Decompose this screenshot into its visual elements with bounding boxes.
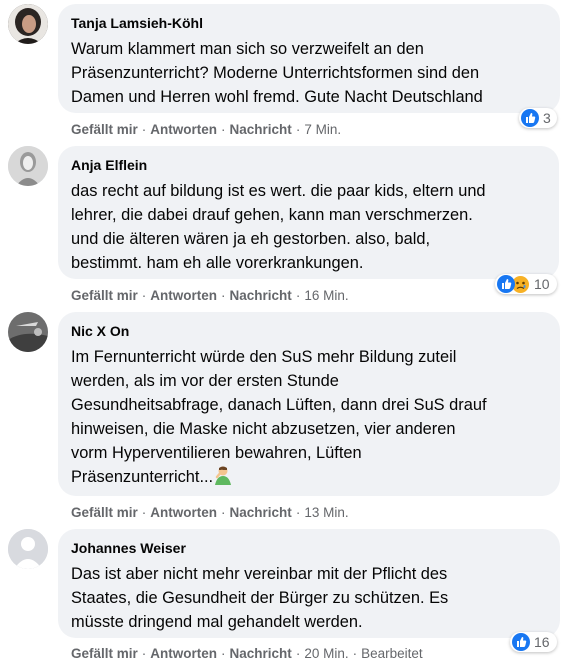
avatar-photo-icon (8, 312, 48, 352)
message-link[interactable]: Nachricht (230, 122, 292, 137)
message-link[interactable]: Nachricht (230, 646, 292, 661)
reply-link[interactable]: Antworten (150, 646, 217, 661)
like-link[interactable]: Gefällt mir (71, 122, 138, 137)
avatar[interactable] (8, 312, 48, 352)
comment-bubble: Tanja Lamsieh-Köhl Warum klammert man si… (58, 4, 560, 113)
reply-link[interactable]: Antworten (150, 288, 217, 303)
avatar[interactable] (8, 146, 48, 186)
comment-bubble: Nic X On Im Fernunterricht würde den SuS… (58, 312, 560, 496)
avatar-photo-icon (8, 146, 48, 186)
like-link[interactable]: Gefällt mir (71, 646, 138, 661)
comment-text: Warum klammert man sich so verzweifelt a… (71, 40, 483, 106)
like-link[interactable]: Gefällt mir (71, 505, 138, 520)
comment-author[interactable]: Nic X On (71, 322, 546, 341)
avatar[interactable] (8, 4, 48, 44)
reaction-summary[interactable]: 3 (519, 108, 557, 128)
default-avatar-icon (8, 529, 48, 569)
like-icon (512, 633, 530, 651)
comment-text: das recht auf bildung ist es wert. die p… (71, 182, 486, 272)
like-icon (497, 275, 515, 293)
message-link[interactable]: Nachricht (230, 505, 292, 520)
comment-author[interactable]: Tanja Lamsieh-Köhl (71, 14, 546, 33)
reply-link[interactable]: Antworten (150, 505, 217, 520)
comment-text-body: Im Fernunterricht würde den SuS mehr Bil… (71, 348, 487, 486)
comment-time[interactable]: 7 Min. (304, 122, 341, 137)
avatar[interactable] (8, 529, 48, 569)
reaction-count: 10 (534, 276, 550, 292)
comment-author[interactable]: Johannes Weiser (71, 539, 546, 558)
comment-actions: Gefällt mir · Antworten · Nachricht · 7 Min. (71, 122, 342, 137)
comment-author[interactable]: Anja Elflein (71, 156, 545, 175)
facepalm-emoji (213, 465, 233, 492)
comment-actions: Gefällt mir · Antworten · Nachricht · 20 Min. ·… (71, 646, 423, 661)
comment-text: Das ist aber nicht mehr vereinbar mit de… (71, 565, 449, 631)
reaction-count: 3 (543, 110, 551, 126)
reply-link[interactable]: Antworten (150, 122, 217, 137)
comment-time[interactable]: 20 Min. (304, 646, 348, 661)
like-link[interactable]: Gefällt mir (71, 288, 138, 303)
comment-time[interactable]: 13 Min. (304, 505, 348, 520)
comment-actions: Gefällt mir · Antworten · Nachricht · 16 Min. (71, 288, 349, 303)
reaction-summary[interactable]: 16 (510, 632, 557, 652)
comment-bubble: Anja Elflein das recht auf bildung ist e… (58, 146, 559, 279)
comment-actions: Gefällt mir · Antworten · Nachricht · 13 Min. (71, 505, 349, 520)
reaction-count: 16 (534, 634, 550, 650)
like-icon (521, 109, 539, 127)
edited-label: Bearbeitet (361, 646, 423, 661)
comment-bubble: Johannes Weiser Das ist aber nicht mehr … (58, 529, 560, 638)
comment-time[interactable]: 16 Min. (304, 288, 348, 303)
reaction-summary[interactable]: 10 (495, 274, 557, 294)
message-link[interactable]: Nachricht (230, 288, 292, 303)
avatar-photo-icon (8, 4, 48, 44)
comment-text: Im Fernunterricht würde den SuS mehr Bil… (71, 345, 546, 492)
